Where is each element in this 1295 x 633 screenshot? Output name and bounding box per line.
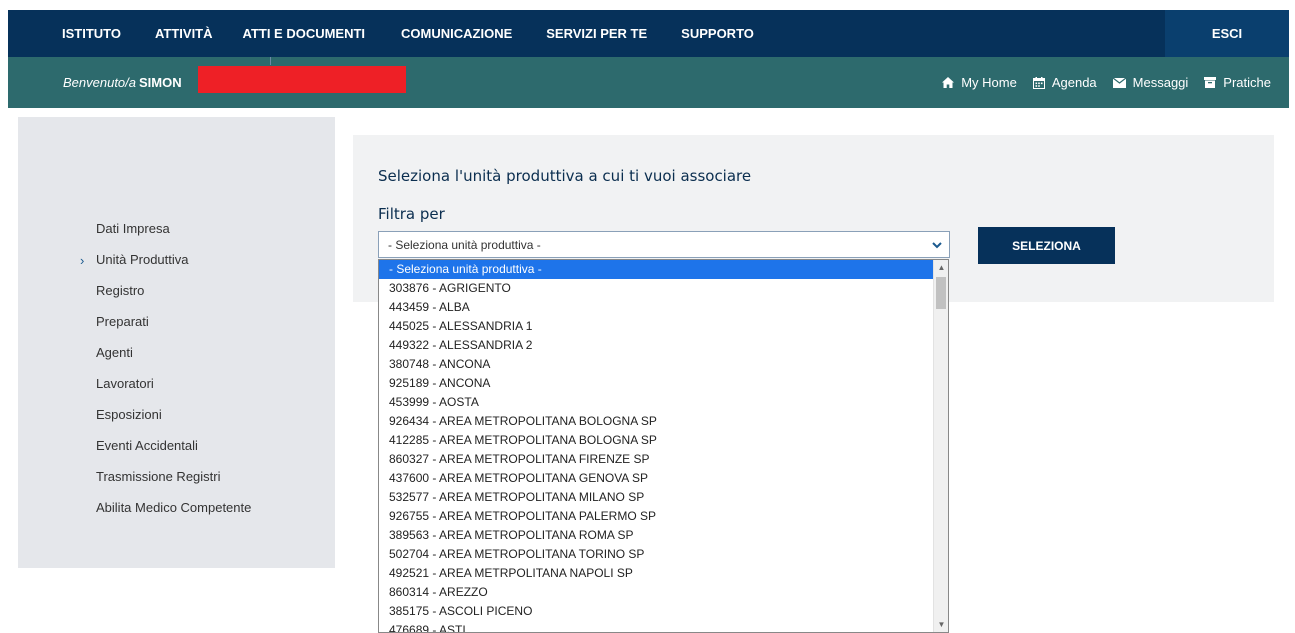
envelope-icon <box>1112 77 1126 88</box>
sidebar-item-lavoratori[interactable]: Lavoratori <box>18 368 335 399</box>
sidebar-item-dati-impresa[interactable]: Dati Impresa <box>18 213 335 244</box>
dropdown-option[interactable]: - Seleziona unità produttiva - <box>379 260 933 279</box>
top-navigation-bar: ISTITUTO ATTIVITÀ ATTI E DOCUMENTI COMUN… <box>8 10 1289 57</box>
sidebar-item-label: Abilita Medico Competente <box>96 500 252 515</box>
select-value: - Seleziona unità produttiva - <box>388 237 541 252</box>
welcome-prefix: Benvenuto/a <box>63 75 137 90</box>
sidebar-item-abilita-medico-competente[interactable]: Abilita Medico Competente <box>18 492 335 523</box>
user-name: SIMON <box>139 75 182 90</box>
chevron-down-icon <box>932 242 942 249</box>
sidebar-item-label: Agenti <box>96 345 133 360</box>
dropdown-option[interactable]: 445025 - ALESSANDRIA 1 <box>379 317 933 336</box>
agenda-label: Agenda <box>1051 75 1097 90</box>
sidebar-item-label: Preparati <box>96 314 149 329</box>
home-icon <box>942 77 955 88</box>
dropdown-option[interactable]: 532577 - AREA METROPOLITANA MILANO SP <box>379 488 933 507</box>
sidebar-item-trasmissione-registri[interactable]: Trasmissione Registri <box>18 461 335 492</box>
sidebar-menu: Dati Impresa › Unità Produttiva Registro … <box>18 213 335 523</box>
dropdown-option[interactable]: 303876 - AGRIGENTO <box>379 279 933 298</box>
sidebar-item-eventi-accidentali[interactable]: Eventi Accidentali <box>18 430 335 461</box>
sidebar-item-esposizioni[interactable]: Esposizioni <box>18 399 335 430</box>
main-menu: ISTITUTO ATTIVITÀ ATTI E DOCUMENTI COMUN… <box>8 10 788 57</box>
welcome-message: Benvenuto/a SIMON <box>63 57 182 108</box>
sidebar-item-label: Eventi Accidentali <box>96 438 198 453</box>
dropdown-option[interactable]: 492521 - AREA METRPOLITANA NAPOLI SP <box>379 564 933 583</box>
scroll-up-arrow-icon[interactable]: ▲ <box>934 260 948 275</box>
redaction-block <box>198 66 406 93</box>
sidebar-item-label: Registro <box>96 283 145 298</box>
dropdown-option[interactable]: 926755 - AREA METROPOLITANA PALERMO SP <box>379 507 933 526</box>
sidebar-item-label: Trasmissione Registri <box>96 469 221 484</box>
scroll-thumb[interactable] <box>936 277 946 309</box>
logout-button[interactable]: ESCI <box>1165 10 1289 57</box>
unita-produttiva-select[interactable]: - Seleziona unità produttiva - <box>378 231 950 258</box>
sidebar-item-label: Esposizioni <box>96 407 162 422</box>
dropdown-option[interactable]: 925189 - ANCONA <box>379 374 933 393</box>
nav-attivita[interactable]: ATTIVITÀ <box>155 26 213 41</box>
chevron-right-icon: › <box>80 253 85 268</box>
sidebar-item-label: Dati Impresa <box>96 221 170 236</box>
dropdown-option[interactable]: 385175 - ASCOLI PICENO <box>379 602 933 621</box>
archive-icon <box>1204 77 1217 88</box>
scroll-down-arrow-icon[interactable]: ▼ <box>934 617 948 632</box>
sidebar-item-registro[interactable]: Registro <box>18 275 335 306</box>
user-bar: Benvenuto/a SIMON My Home Agenda Messagg… <box>8 57 1289 108</box>
sidebar-item-label: Lavoratori <box>96 376 154 391</box>
quick-links: My Home Agenda Messaggi Pratiche <box>926 57 1271 108</box>
dropdown-option[interactable]: 389563 - AREA METROPOLITANA ROMA SP <box>379 526 933 545</box>
dropdown-option[interactable]: 380748 - ANCONA <box>379 355 933 374</box>
nav-servizi-per-te[interactable]: SERVIZI PER TE <box>546 26 647 41</box>
agenda-link[interactable]: Agenda <box>1032 75 1097 90</box>
messaggi-label: Messaggi <box>1132 75 1189 90</box>
divider <box>270 57 271 65</box>
messaggi-link[interactable]: Messaggi <box>1112 75 1189 90</box>
dropdown-option[interactable]: 860327 - AREA METROPOLITANA FIRENZE SP <box>379 450 933 469</box>
my-home-label: My Home <box>961 75 1017 90</box>
nav-atti-e-documenti[interactable]: ATTI E DOCUMENTI <box>243 26 366 41</box>
dropdown-option[interactable]: 502704 - AREA METROPOLITANA TORINO SP <box>379 545 933 564</box>
dropdown-list: - Seleziona unità produttiva - 303876 - … <box>378 259 949 633</box>
dropdown-option[interactable]: 860314 - AREZZO <box>379 583 933 602</box>
calendar-icon <box>1032 76 1045 89</box>
nav-supporto[interactable]: SUPPORTO <box>681 26 754 41</box>
dropdown-option[interactable]: 412285 - AREA METROPOLITANA BOLOGNA SP <box>379 431 933 450</box>
sidebar-item-preparati[interactable]: Preparati <box>18 306 335 337</box>
dropdown-options: - Seleziona unità produttiva - 303876 - … <box>379 260 933 632</box>
dropdown-scrollbar[interactable]: ▲ ▼ <box>933 260 948 632</box>
sidebar-item-unita-produttiva[interactable]: › Unità Produttiva <box>18 244 335 275</box>
pratiche-label: Pratiche <box>1223 75 1271 90</box>
dropdown-option[interactable]: 437600 - AREA METROPOLITANA GENOVA SP <box>379 469 933 488</box>
filter-label: Filtra per <box>378 205 445 223</box>
nav-comunicazione[interactable]: COMUNICAZIONE <box>401 26 512 41</box>
seleziona-button[interactable]: SELEZIONA <box>978 227 1115 264</box>
my-home-link[interactable]: My Home <box>942 75 1017 90</box>
dropdown-option[interactable]: 926434 - AREA METROPOLITANA BOLOGNA SP <box>379 412 933 431</box>
sidebar: Dati Impresa › Unità Produttiva Registro … <box>18 117 335 568</box>
sidebar-item-label: Unità Produttiva <box>96 252 189 267</box>
dropdown-option[interactable]: 449322 - ALESSANDRIA 2 <box>379 336 933 355</box>
page-title: Seleziona l'unità produttiva a cui ti vu… <box>378 167 752 185</box>
pratiche-link[interactable]: Pratiche <box>1204 75 1271 90</box>
sidebar-item-agenti[interactable]: Agenti <box>18 337 335 368</box>
dropdown-option[interactable]: 453999 - AOSTA <box>379 393 933 412</box>
dropdown-option[interactable]: 443459 - ALBA <box>379 298 933 317</box>
dropdown-option[interactable]: 476689 - ASTI <box>379 621 933 632</box>
nav-istituto[interactable]: ISTITUTO <box>62 26 121 41</box>
